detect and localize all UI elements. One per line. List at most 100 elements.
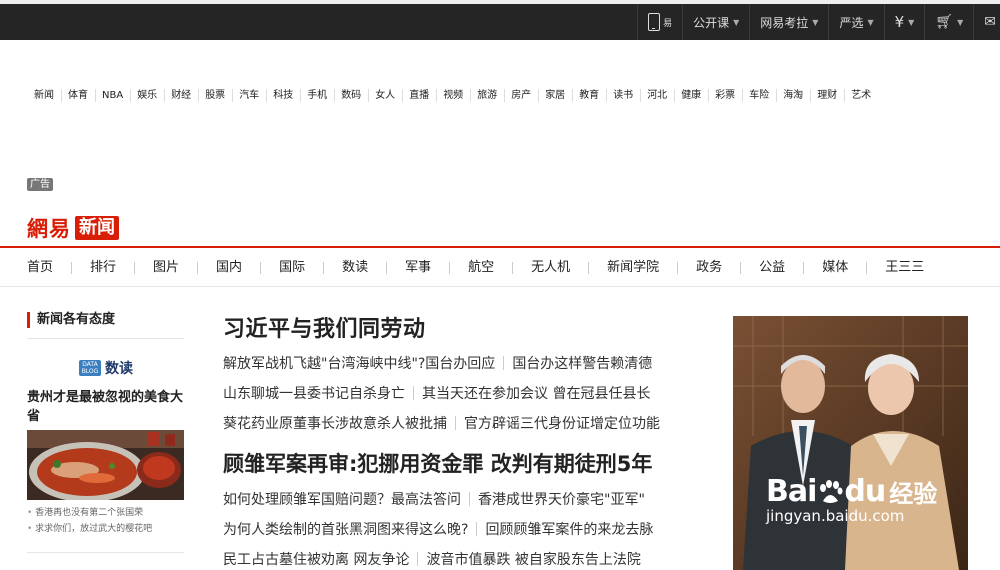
channel-link[interactable]: 娱乐 xyxy=(130,89,164,102)
nav-separator xyxy=(588,262,590,274)
mail-menu[interactable]: ✉︎ xyxy=(973,4,1000,40)
section-tab[interactable]: 数读 xyxy=(342,258,368,278)
section-tab[interactable]: 排行 xyxy=(90,258,116,278)
news-separator xyxy=(455,416,456,430)
chevron-down-icon: ▼ xyxy=(867,17,874,27)
section-tab[interactable]: 王三三 xyxy=(885,258,924,278)
news-separator xyxy=(503,356,505,370)
section-tab[interactable]: 政务 xyxy=(696,258,722,278)
news-link[interactable]: 为何人类绘制的首张黑洞图来得这么晚? xyxy=(223,519,468,539)
sidebar-divider xyxy=(27,552,184,553)
news-link[interactable]: 葵花药业原董事长涉故意杀人被批捕 xyxy=(223,413,447,433)
channel-link[interactable]: 旅游 xyxy=(470,89,504,102)
news-separator xyxy=(476,522,478,536)
sidebar-link[interactable]: 香港再也没有第二个张国荣 xyxy=(27,505,152,521)
channel-link[interactable]: 教育 xyxy=(572,89,606,102)
top-headline[interactable]: 习近平与我们同劳动 xyxy=(223,311,426,343)
food-photo xyxy=(27,430,184,500)
news-photo[interactable] xyxy=(733,316,968,570)
chevron-down-icon: ▼ xyxy=(733,17,740,27)
second-headline[interactable]: 顾雏军案再审:犯挪用资金罪 改判有期徒刑5年 xyxy=(223,448,652,478)
news-link[interactable]: 波音市值暴跌 被自家股东告上法院 xyxy=(426,549,640,569)
news-link[interactable]: 国台办这样警告赖清德 xyxy=(512,353,652,373)
ad-badge: 广告 xyxy=(27,178,53,191)
channel-link[interactable]: 河北 xyxy=(640,89,674,102)
couple-photo xyxy=(733,316,968,570)
news-link[interactable]: 山东聊城一县委书记自杀身亡 xyxy=(223,383,405,403)
news-row: 民工占古墓住被劝离 网友争论 波音市值暴跌 被自家股东告上法院 xyxy=(223,549,641,569)
yanxuan-menu[interactable]: 严选 ▼ xyxy=(828,4,883,40)
news-separator xyxy=(469,492,470,506)
sidebar-headline[interactable]: 贵州才是最被忽视的美食大省 xyxy=(27,388,187,426)
channel-link[interactable]: 女人 xyxy=(368,89,402,102)
open-course-label: 公开课 xyxy=(693,15,730,30)
finance-menu[interactable]: ¥ ▼ xyxy=(883,4,925,40)
news-link[interactable]: 民工占古墓住被劝离 网友争论 xyxy=(223,549,409,569)
kaola-menu[interactable]: 网易考拉 ▼ xyxy=(749,4,828,40)
nav-separator xyxy=(386,262,388,274)
channel-link[interactable]: 理财 xyxy=(810,89,844,102)
channel-link[interactable]: 股票 xyxy=(198,89,232,102)
channel-link[interactable]: 新闻 xyxy=(27,89,61,102)
news-link[interactable]: 如何处理顾雏军国赔问题？最高法答问 xyxy=(223,489,461,509)
channel-link[interactable]: 手机 xyxy=(300,89,334,102)
news-row: 为何人类绘制的首张黑洞图来得这么晚? 回顾顾雏军案件的来龙去脉 xyxy=(223,519,653,539)
nav-separator xyxy=(260,262,262,274)
channel-link[interactable]: NBA xyxy=(95,89,130,102)
top-bar-menu: 易 公开课 ▼ 网易考拉 ▼ 严选 ▼ ¥ ▼ 🛒︎ ▼ ✉︎ xyxy=(637,4,1000,40)
news-row: 如何处理顾雏军国赔问题？最高法答问 香港成世界天价豪宅"亚军" xyxy=(223,489,645,509)
food-image[interactable] xyxy=(27,430,184,500)
section-tab[interactable]: 新闻学院 xyxy=(607,258,659,278)
nav-separator xyxy=(323,262,325,274)
paw-icon xyxy=(817,479,843,505)
news-link[interactable]: 回顾顾雏军案件的来龙去脉 xyxy=(485,519,653,539)
shudu-label: 数读 xyxy=(105,361,133,377)
open-course-menu[interactable]: 公开课 ▼ xyxy=(682,4,749,40)
data-blog-label: DATA BLOG xyxy=(81,361,99,375)
channel-link[interactable]: 车险 xyxy=(742,89,776,102)
section-tab[interactable]: 国内 xyxy=(216,258,242,278)
nav-separator xyxy=(803,262,805,274)
sidebar-link[interactable]: 求求你们，放过武大的樱花吧 xyxy=(27,521,152,537)
channel-link[interactable]: 家居 xyxy=(538,89,572,102)
watermark-url: jingyan.baidu.com xyxy=(766,507,905,525)
news-separator xyxy=(417,552,419,566)
section-tab[interactable]: 军事 xyxy=(405,258,431,278)
channel-link[interactable]: 体育 xyxy=(61,89,95,102)
cart-menu[interactable]: 🛒︎ ▼ xyxy=(924,4,973,40)
channel-link[interactable]: 视频 xyxy=(436,89,470,102)
top-bar: 易 公开课 ▼ 网易考拉 ▼ 严选 ▼ ¥ ▼ 🛒︎ ▼ ✉︎ xyxy=(0,0,1000,40)
channel-link[interactable]: 科技 xyxy=(266,89,300,102)
section-tab[interactable]: 航空 xyxy=(468,258,494,278)
channel-link[interactable]: 汽车 xyxy=(232,89,266,102)
channel-link[interactable]: 房产 xyxy=(504,89,538,102)
section-tab[interactable]: 首页 xyxy=(27,258,53,278)
shudu-logo[interactable]: DATA BLOG 数读 xyxy=(79,358,133,378)
section-tab[interactable]: 国际 xyxy=(279,258,305,278)
nav-separator xyxy=(677,262,679,274)
channel-link[interactable]: 数码 xyxy=(334,89,368,102)
channel-link[interactable]: 读书 xyxy=(606,89,640,102)
news-link[interactable]: 香港成世界天价豪宅"亚军" xyxy=(478,489,645,509)
channel-link[interactable]: 健康 xyxy=(674,89,708,102)
channel-link[interactable]: 直播 xyxy=(402,89,436,102)
mobile-app-link[interactable]: 易 xyxy=(637,4,682,40)
channel-link[interactable]: 艺术 xyxy=(844,89,878,102)
news-link[interactable]: 解放军战机飞越"台湾海峡中线"?国台办回应 xyxy=(223,353,495,373)
section-tab[interactable]: 媒体 xyxy=(822,258,848,278)
sidebar-divider xyxy=(27,338,184,339)
section-tab[interactable]: 公益 xyxy=(759,258,785,278)
chevron-down-icon: ▼ xyxy=(908,17,915,27)
netease-news-logo[interactable]: 網易 新闻 xyxy=(27,213,119,243)
news-separator xyxy=(413,386,414,400)
channel-link[interactable]: 彩票 xyxy=(708,89,742,102)
section-tab[interactable]: 图片 xyxy=(153,258,179,278)
chevron-down-icon: ▼ xyxy=(957,17,964,27)
news-link[interactable]: 官方辟谣三代身份证增定位功能 xyxy=(464,413,660,433)
news-link[interactable]: 其当天还在参加会议 曾在冠县任县长 xyxy=(422,383,650,403)
channel-link[interactable]: 海淘 xyxy=(776,89,810,102)
section-tab[interactable]: 无人机 xyxy=(531,258,570,278)
yen-icon: ¥ xyxy=(894,13,905,31)
news-row: 山东聊城一县委书记自杀身亡 其当天还在参加会议 曾在冠县任县长 xyxy=(223,383,650,403)
channel-link[interactable]: 财经 xyxy=(164,89,198,102)
